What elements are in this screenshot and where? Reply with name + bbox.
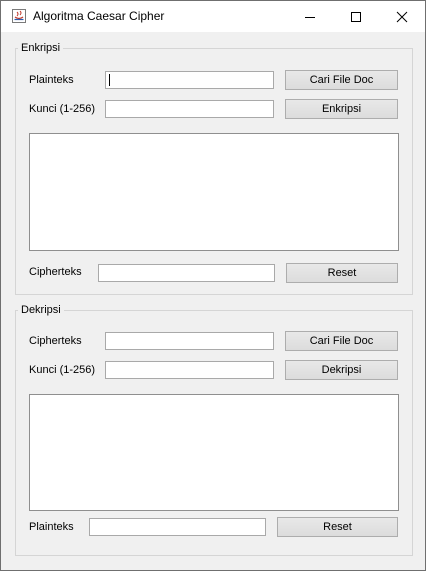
decrypt-group-legend: Dekripsi [18, 304, 64, 316]
encrypt-key-label: Kunci (1-256) [29, 103, 96, 115]
decrypt-key-label: Kunci (1-256) [29, 364, 96, 376]
title-bar[interactable]: Algoritma Caesar Cipher [1, 1, 425, 32]
decrypt-output-textarea[interactable] [29, 394, 399, 511]
decrypt-reset-button[interactable]: Reset [277, 517, 398, 537]
close-button[interactable] [379, 1, 425, 32]
encrypt-output-textarea[interactable] [29, 133, 399, 251]
encrypt-ciphertext-label: Cipherteks [29, 266, 82, 278]
encrypt-open-file-button[interactable]: Cari File Doc [285, 70, 398, 90]
encrypt-key-field[interactable] [105, 100, 274, 118]
encrypt-button[interactable]: Enkripsi [285, 99, 398, 119]
decrypt-plaintext-field[interactable] [89, 518, 266, 536]
minimize-button[interactable] [287, 1, 333, 32]
java-app-icon [11, 8, 27, 24]
encrypt-plaintext-label: Plainteks [29, 74, 74, 86]
window-title: Algoritma Caesar Cipher [33, 9, 165, 23]
minimize-icon [305, 17, 315, 18]
encrypt-reset-button[interactable]: Reset [286, 263, 398, 283]
text-caret [109, 74, 110, 86]
encrypt-ciphertext-field[interactable] [98, 264, 275, 282]
encrypt-group-legend: Enkripsi [18, 42, 64, 54]
decrypt-plaintext-label: Plainteks [29, 521, 74, 533]
decrypt-open-file-button[interactable]: Cari File Doc [285, 331, 398, 351]
maximize-button[interactable] [333, 1, 379, 32]
app-window: Algoritma Caesar Cipher Enkripsi Plainte… [0, 0, 426, 571]
decrypt-key-field[interactable] [105, 361, 274, 379]
close-icon [396, 11, 408, 23]
decrypt-ciphertext-label: Cipherteks [29, 335, 82, 347]
maximize-icon [351, 12, 361, 22]
content-panel: Enkripsi Plainteks Cari File Doc Kunci (… [1, 32, 425, 570]
decrypt-ciphertext-field[interactable] [105, 332, 274, 350]
encrypt-plaintext-field[interactable] [105, 71, 274, 89]
decrypt-button[interactable]: Dekripsi [285, 360, 398, 380]
